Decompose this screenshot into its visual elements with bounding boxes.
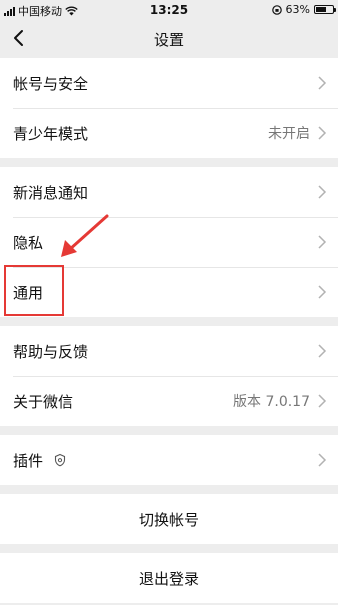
group-gap — [0, 485, 338, 494]
settings-group-account: 帐号与安全 青少年模式 未开启 — [0, 58, 338, 158]
group-gap — [0, 426, 338, 435]
navigation-bar: 设置 — [0, 20, 338, 58]
settings-group-help: 帮助与反馈 关于微信 版本 7.0.17 — [0, 326, 338, 426]
row-label: 隐私 — [13, 233, 44, 252]
chevron-right-icon — [318, 185, 327, 199]
row-label: 青少年模式 — [13, 124, 89, 143]
switch-account-button[interactable]: 切换帐号 — [0, 494, 338, 544]
row-label: 帐号与安全 — [13, 74, 89, 93]
annotation-highlight-box — [4, 265, 64, 316]
plugin-shield-icon — [54, 453, 66, 467]
chevron-right-icon — [318, 235, 327, 249]
row-label: 插件 — [13, 451, 44, 470]
row-label: 新消息通知 — [13, 183, 89, 202]
logout-button[interactable]: 退出登录 — [0, 553, 338, 603]
button-label: 退出登录 — [138, 569, 199, 588]
row-privacy[interactable]: 隐私 — [0, 217, 338, 267]
chevron-right-icon — [318, 285, 327, 299]
chevron-right-icon — [318, 453, 327, 467]
status-right: 63% — [271, 3, 336, 16]
group-gap — [0, 158, 338, 167]
chevron-right-icon — [318, 394, 327, 408]
button-label: 切换帐号 — [138, 510, 199, 529]
row-new-message-notification[interactable]: 新消息通知 — [0, 167, 338, 217]
row-about-wechat[interactable]: 关于微信 版本 7.0.17 — [0, 376, 338, 426]
row-plugins[interactable]: 插件 — [0, 435, 338, 485]
chevron-right-icon — [318, 76, 327, 90]
settings-group-plugins: 插件 — [0, 435, 338, 485]
row-teen-mode[interactable]: 青少年模式 未开启 — [0, 108, 338, 158]
row-help-feedback[interactable]: 帮助与反馈 — [0, 326, 338, 376]
battery-percent: 63% — [285, 3, 310, 16]
chevron-right-icon — [318, 344, 327, 358]
row-value: 未开启 — [268, 126, 310, 142]
chevron-right-icon — [318, 126, 327, 140]
row-account-security[interactable]: 帐号与安全 — [0, 58, 338, 108]
group-gap — [0, 317, 338, 326]
annotation-arrow-icon — [61, 214, 109, 257]
row-label: 关于微信 — [13, 392, 74, 411]
status-bar: 中国移动 13:25 63% — [0, 0, 338, 20]
page-title: 设置 — [153, 31, 184, 49]
battery-icon — [314, 5, 336, 14]
settings-group-switch: 切换帐号 — [0, 494, 338, 544]
row-value: 版本 7.0.17 — [233, 394, 310, 410]
rotation-lock-icon — [271, 4, 282, 15]
settings-group-logout: 退出登录 — [0, 553, 338, 603]
group-gap — [0, 544, 338, 553]
row-label: 帮助与反馈 — [13, 342, 89, 361]
